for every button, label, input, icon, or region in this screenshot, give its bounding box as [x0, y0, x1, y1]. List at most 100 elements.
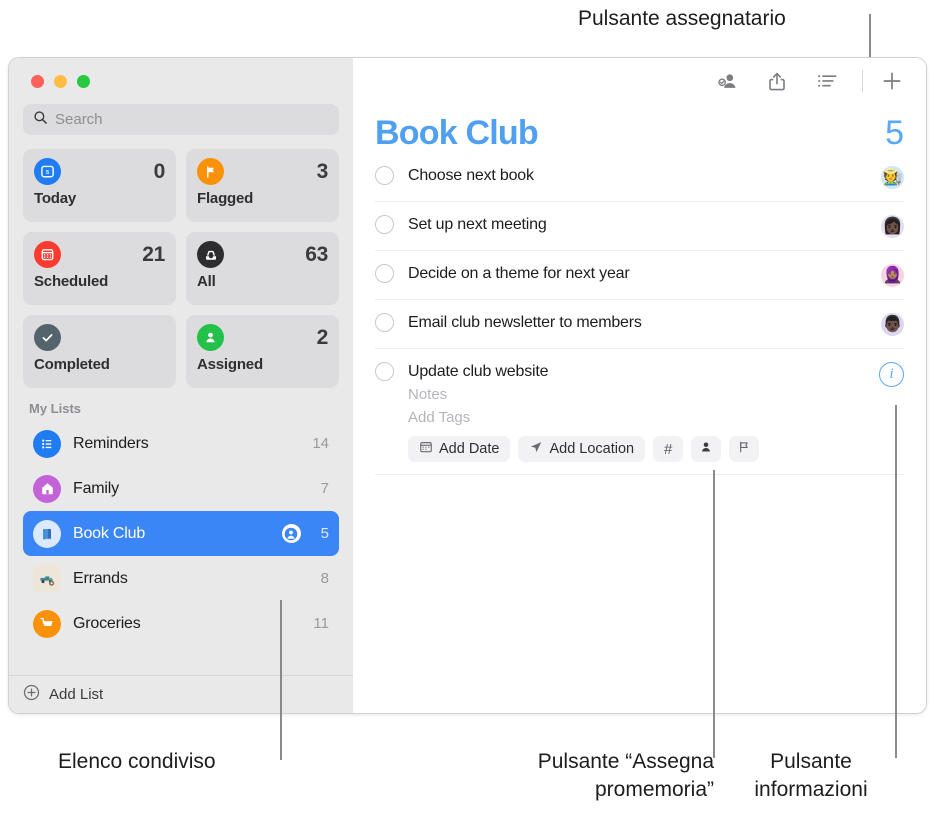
toolbar [353, 58, 926, 104]
notes-field[interactable]: Notes [408, 385, 869, 404]
smart-list-completed[interactable]: Completed [23, 315, 176, 388]
add-location-button[interactable]: Add Location [518, 436, 646, 462]
list-name: Book Club [73, 524, 146, 542]
sidebar: Search 5 0 Today 3 Flagged 21 Scheduled … [9, 58, 353, 713]
add-date-button[interactable]: Add Date [408, 436, 511, 462]
add-date-label: Add Date [439, 441, 500, 457]
assign-reminder-button[interactable] [691, 436, 722, 462]
minimize-button[interactable] [54, 74, 67, 88]
smart-list-count: 2 [316, 325, 329, 349]
close-button[interactable] [31, 74, 44, 88]
shared-list-icon[interactable] [281, 524, 301, 543]
avatar: 🧑‍🌾 [881, 166, 904, 189]
share-button[interactable] [765, 69, 789, 93]
leader-assign-reminder [713, 470, 715, 758]
my-lists-heading: My Lists [29, 401, 82, 416]
leader-info-button [895, 405, 897, 758]
view-options-button[interactable] [815, 69, 839, 93]
detail-actions: Add Date Add Location # [408, 436, 869, 462]
list-count: 14 [312, 435, 329, 452]
smart-list-label: All [197, 273, 216, 290]
complete-checkbox[interactable] [375, 215, 394, 234]
list-count: 5 [320, 525, 329, 542]
task-row-expanded[interactable]: Update club website Notes Add Tags Add D… [353, 349, 926, 475]
hash-icon: # [663, 440, 673, 458]
list-name: Groceries [73, 614, 141, 632]
truck-icon [33, 564, 61, 593]
complete-checkbox[interactable] [375, 264, 394, 283]
avatar: 🧕🏽 [881, 264, 904, 287]
search-wrapper: Search [9, 104, 353, 135]
zoom-button[interactable] [77, 74, 90, 88]
flag-outline-icon [737, 440, 751, 458]
list-name: Family [73, 479, 119, 497]
svg-text:5: 5 [46, 170, 49, 176]
task-row[interactable]: Email club newsletter to members 👨🏿 [353, 300, 926, 349]
smart-list-label: Assigned [197, 356, 263, 373]
book-icon [33, 519, 61, 548]
task-title[interactable]: Update club website [408, 362, 869, 381]
smart-list-all[interactable]: 63 All [186, 232, 339, 305]
sidebar-item-groceries[interactable]: Groceries 11 [23, 601, 339, 646]
add-list-label: Add List [49, 686, 104, 703]
callout-assign-reminder: Pulsante “Assegna promemoria” [537, 750, 714, 801]
smart-list-scheduled[interactable]: 21 Scheduled [23, 232, 176, 305]
bullet-list-icon [33, 429, 61, 458]
complete-checkbox[interactable] [375, 362, 394, 381]
main-content: Book Club 5 Choose next book 🧑‍🌾 Set up … [353, 58, 926, 713]
task-row[interactable]: Set up next meeting 👩🏿 [353, 202, 926, 251]
list-name: Errands [73, 569, 128, 587]
task-row[interactable]: Decide on a theme for next year 🧕🏽 [353, 251, 926, 300]
complete-checkbox[interactable] [375, 166, 394, 185]
cart-icon [33, 609, 61, 638]
checkmark-icon [34, 324, 61, 351]
location-arrow-icon [529, 440, 543, 458]
task-title: Email club newsletter to members [408, 314, 642, 331]
calendar-icon [34, 241, 61, 268]
task-title: Choose next book [408, 167, 534, 184]
task-title: Set up next meeting [408, 216, 547, 233]
sidebar-item-family[interactable]: Family 7 [23, 466, 339, 511]
smart-list-label: Flagged [197, 190, 254, 207]
smart-list-count: 63 [305, 242, 328, 266]
flag-icon [197, 158, 224, 185]
list-name: Reminders [73, 434, 149, 452]
smart-list-count: 3 [316, 159, 329, 183]
window-controls [9, 58, 353, 104]
page-title: Book Club [375, 114, 539, 152]
task-row[interactable]: Choose next book 🧑‍🌾 [353, 153, 926, 202]
list-count: 7 [320, 480, 329, 497]
add-reminder-button[interactable] [880, 69, 904, 93]
smart-list-count: 0 [153, 159, 166, 183]
list-count: 11 [313, 615, 329, 632]
info-icon[interactable]: i [879, 362, 904, 387]
sidebar-item-book-club[interactable]: Book Club 5 [23, 511, 339, 556]
smart-list-count: 21 [142, 242, 165, 266]
add-list-button[interactable]: Add List [9, 675, 353, 713]
complete-checkbox[interactable] [375, 313, 394, 332]
list-header: Book Club 5 [353, 104, 926, 153]
smart-list-flagged[interactable]: 3 Flagged [186, 149, 339, 222]
leader-shared-list [280, 600, 282, 760]
calendar-icon [419, 440, 433, 458]
sidebar-item-errands[interactable]: Errands 8 [23, 556, 339, 601]
reminders-window: Search 5 0 Today 3 Flagged 21 Scheduled … [8, 57, 927, 714]
tags-field[interactable]: Add Tags [408, 408, 869, 427]
task-title: Decide on a theme for next year [408, 265, 630, 282]
plus-circle-icon [23, 684, 40, 706]
smart-list-label: Scheduled [34, 273, 109, 290]
add-location-label: Add Location [549, 441, 635, 457]
toolbar-divider [862, 70, 863, 92]
add-tag-button[interactable]: # [653, 436, 684, 462]
smart-list-assigned[interactable]: 2 Assigned [186, 315, 339, 388]
avatar: 👨🏿 [881, 313, 904, 336]
list-count: 8 [320, 570, 329, 587]
smart-list-today[interactable]: 5 0 Today [23, 149, 176, 222]
smart-list-label: Completed [34, 356, 110, 373]
lists-container: Reminders 14 Family 7 Book Club 5 Errand… [9, 421, 353, 713]
sidebar-item-reminders[interactable]: Reminders 14 [23, 421, 339, 466]
callout-assignee-button: Pulsante assegnatario [578, 7, 786, 30]
search-field[interactable]: Search [23, 104, 339, 135]
flag-button[interactable] [729, 436, 760, 462]
assignee-button[interactable] [715, 69, 739, 93]
